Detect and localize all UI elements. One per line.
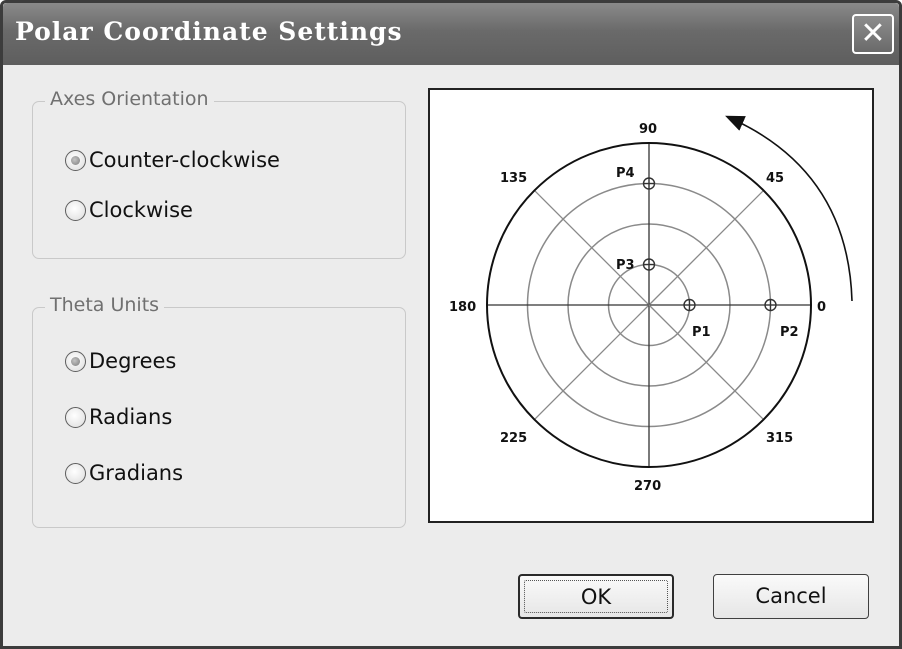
grid-spoke-225 [533,304,650,421]
radio-label: Clockwise [89,198,193,222]
axes-orientation-group: Axes Orientation Counter-clockwise Clock… [32,88,406,259]
angle-label-180: 180 [449,300,476,315]
radio-degrees[interactable]: Degrees [65,349,176,373]
radio-button-icon[interactable] [65,462,86,484]
grid-spoke-135 [533,189,650,306]
angle-label-225: 225 [500,431,527,446]
radio-button-icon[interactable] [65,149,86,171]
theta-units-legend: Theta Units [45,294,165,316]
radio-radians[interactable]: Radians [65,405,172,429]
radio-button-icon[interactable] [65,199,86,221]
angle-label-0: 0 [817,300,826,315]
axes-orientation-legend: Axes Orientation [45,88,214,110]
grid-spoke-45 [648,189,765,306]
radio-counter-clockwise[interactable]: Counter-clockwise [65,148,280,172]
ok-button[interactable]: OK [518,574,674,619]
cancel-button-label: Cancel [755,584,827,608]
point-label-p2: P2 [780,325,799,340]
theta-units-group: Theta Units Degrees Radians Gradians [32,294,406,528]
angle-label-45: 45 [766,171,784,186]
radio-label: Counter-clockwise [89,148,280,172]
point-label-p4: P4 [616,166,635,181]
point-label-p1: P1 [692,325,711,340]
dialog-window: Polar Coordinate Settings ✕ Axes Orienta… [0,0,902,649]
angle-label-135: 135 [500,171,527,186]
radio-button-icon[interactable] [65,406,86,428]
title-bar[interactable]: Polar Coordinate Settings ✕ [3,3,899,65]
radio-label: Radians [89,405,173,429]
angle-label-315: 315 [766,431,793,446]
radio-label: Degrees [89,349,177,373]
ok-button-label: OK [580,585,612,609]
angle-label-270: 270 [634,479,661,494]
radio-gradians[interactable]: Gradians [65,461,183,485]
radio-button-icon[interactable] [65,350,86,372]
point-label-p3: P3 [616,258,635,273]
radio-label: Gradians [89,461,184,485]
direction-arrow-icon [725,115,853,302]
cancel-button[interactable]: Cancel [713,574,869,619]
grid-spoke-315 [648,304,765,421]
polar-diagram: 0 45 90 135 180 225 270 315 P1 P2 P3 P4 [449,115,853,494]
radio-clockwise[interactable]: Clockwise [65,198,193,222]
polar-preview: 0 45 90 135 180 225 270 315 P1 P2 P3 P4 [428,88,874,523]
window-title: Polar Coordinate Settings [15,17,403,46]
angle-label-90: 90 [639,122,657,137]
close-icon[interactable]: ✕ [852,14,894,54]
